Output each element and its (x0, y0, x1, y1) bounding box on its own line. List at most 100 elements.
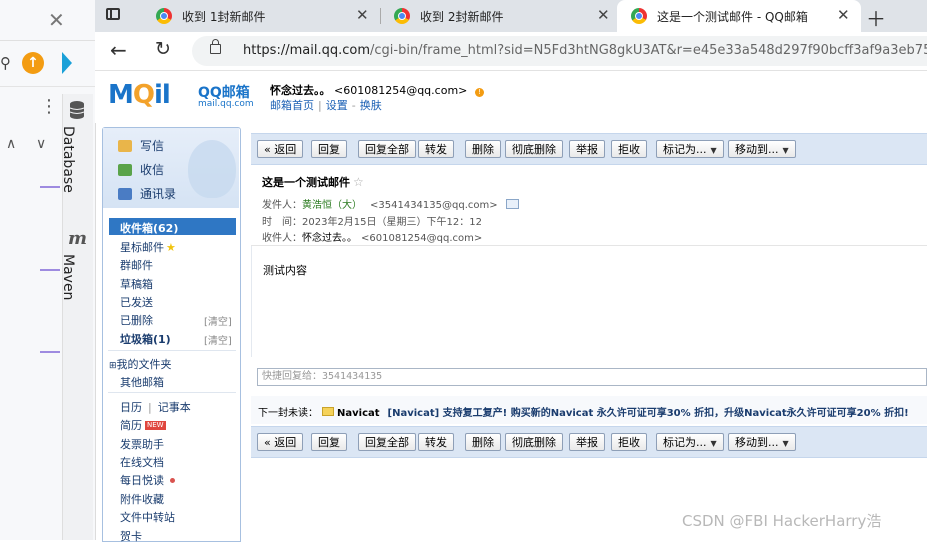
reply-all-button[interactable]: 回复全部 (358, 140, 416, 158)
clear-spam-link[interactable]: [清空] (204, 332, 232, 347)
to-name[interactable]: 怀念过去。。 (302, 233, 357, 244)
move-to-dropdown[interactable]: 移动到... ▼ (728, 140, 796, 158)
tab-title: 收到 2封新邮件 (420, 10, 504, 24)
notebook-link[interactable]: 记事本 (158, 401, 191, 414)
ide-divider (40, 269, 60, 271)
reply-button[interactable]: 回复 (311, 140, 347, 158)
subject-text: 这是一个测试邮件 (262, 176, 350, 189)
folder-sent[interactable]: 已发送 (120, 294, 153, 310)
database-icon[interactable] (68, 100, 86, 120)
contact-card-icon[interactable] (505, 199, 519, 209)
browser-tab-active[interactable]: 这是一个测试邮件 - QQ邮箱 ✕ (617, 0, 861, 32)
reload-icon[interactable]: ↻ (155, 38, 171, 60)
my-folders[interactable]: ⊞我的文件夹 (109, 356, 172, 372)
close-icon[interactable]: ✕ (356, 6, 369, 24)
user-info: 怀念过去。。 <601081254@qq.com> ! (270, 82, 484, 98)
next-unread-subject[interactable]: [Navicat] 支持复工复产! 购买新的Navicat 永久许可证可享30%… (388, 408, 909, 419)
daily-reading-link[interactable]: 每日悦读 (120, 472, 175, 488)
mark-as-dropdown[interactable]: 标记为... ▼ (656, 140, 724, 158)
browser-tab[interactable]: 收到 2封新邮件 ✕ (376, 0, 616, 32)
receive-button[interactable]: 收信 (118, 161, 164, 178)
folder-deleted[interactable]: 已删除 (120, 312, 153, 328)
clear-deleted-link[interactable]: [清空] (204, 313, 232, 328)
database-tool-label[interactable]: Database (60, 126, 76, 193)
chrome-favicon-icon (156, 8, 172, 24)
folder-starred[interactable]: 星标邮件 ★ (120, 239, 176, 255)
mark-as-label: 标记为... (663, 436, 707, 449)
quick-reply-input[interactable]: 快捷回复给：3541434135 (257, 368, 927, 386)
link-skin[interactable]: 换肤 (360, 99, 382, 112)
to-email: <601081254@qq.com> (361, 233, 483, 244)
reply-all-button[interactable]: 回复全部 (358, 433, 416, 451)
update-icon[interactable]: ↑ (22, 52, 44, 74)
maven-icon[interactable]: m (68, 228, 87, 249)
contacts-button[interactable]: 通讯录 (118, 185, 176, 202)
mail-toolbar-top: « 返回 回复 回复全部 转发 删除 彻底删除 举报 拒收 标记为... ▼ 移动… (251, 133, 927, 165)
delete-button[interactable]: 删除 (465, 433, 501, 451)
contacts-label: 通讯录 (140, 187, 177, 201)
move-to-label: 移动到... (735, 436, 779, 449)
header-links: 邮箱首页 | 设置 - 换肤 (270, 99, 382, 112)
tab-title: 这是一个测试邮件 - QQ邮箱 (657, 10, 808, 24)
warning-icon[interactable]: ! (474, 88, 484, 97)
forward-button[interactable]: 转发 (418, 433, 454, 451)
link-settings[interactable]: 设置 (326, 99, 348, 112)
chevron-down-icon[interactable]: ∨ (36, 136, 46, 152)
close-icon[interactable]: ✕ (837, 6, 850, 24)
back-button[interactable]: « 返回 (257, 433, 304, 451)
more-options-icon[interactable]: ⋮ (40, 96, 58, 117)
link-home[interactable]: 邮箱首页 (270, 99, 314, 112)
delete-permanently-button[interactable]: 彻底删除 (505, 140, 563, 158)
next-unread-sender[interactable]: Navicat (337, 408, 380, 419)
search-icon[interactable]: ⚲ (0, 54, 11, 72)
mail-body: 测试内容 (263, 264, 307, 277)
mark-as-dropdown[interactable]: 标记为... ▼ (656, 433, 724, 451)
compose-button[interactable]: 写信 (118, 137, 164, 154)
reject-button[interactable]: 拒收 (611, 433, 647, 451)
from-label: 发件人： (262, 200, 302, 211)
url-text[interactable]: https://mail.qq.com/cgi-bin/frame_html?s… (243, 43, 927, 58)
folder-drafts[interactable]: 草稿箱 (120, 276, 153, 292)
tab-actions-icon[interactable] (106, 8, 120, 20)
file-transfer-link[interactable]: 文件中转站 (120, 509, 175, 525)
run-icon[interactable] (62, 52, 72, 74)
compose-label: 写信 (140, 139, 165, 153)
expand-icon[interactable]: ⊞ (109, 361, 117, 371)
reject-button[interactable]: 拒收 (611, 140, 647, 158)
qq-mail-logo[interactable]: MQil (108, 80, 171, 110)
folder-inbox[interactable]: 收件箱(62) (120, 220, 178, 236)
online-docs-link[interactable]: 在线文档 (120, 454, 164, 470)
chevron-up-icon[interactable]: ∧ (6, 136, 16, 152)
delete-permanently-button[interactable]: 彻底删除 (505, 433, 563, 451)
to-label: 收件人： (262, 233, 302, 244)
star-icon[interactable]: ☆ (353, 175, 364, 189)
close-icon[interactable]: ✕ (597, 6, 610, 24)
calendar-label[interactable]: 日历 (120, 401, 142, 414)
back-button[interactable]: « 返回 (257, 140, 304, 158)
other-mailboxes[interactable]: 其他邮箱 (120, 374, 164, 390)
unread-dot-icon (170, 478, 175, 483)
next-unread[interactable]: 下一封未读： Navicat [Navicat] 支持复工复产! 购买新的Navic… (258, 404, 909, 419)
folder-spam[interactable]: 垃圾箱(1) (120, 331, 171, 347)
report-button[interactable]: 举报 (569, 140, 605, 158)
attachments-link[interactable]: 附件收藏 (120, 491, 164, 507)
browser-tab[interactable]: 收到 1封新邮件 ✕ (138, 0, 378, 32)
resume-link[interactable]: 简历 NEW (120, 417, 166, 433)
close-icon[interactable]: ✕ (48, 8, 65, 32)
move-to-dropdown[interactable]: 移动到... ▼ (728, 433, 796, 451)
lock-icon[interactable] (210, 39, 221, 54)
new-badge: NEW (145, 421, 166, 430)
new-tab-icon[interactable]: ＋ (866, 3, 886, 32)
from-name[interactable]: 黄浩恒（大） (302, 200, 362, 211)
reply-button[interactable]: 回复 (311, 433, 347, 451)
calendar-link[interactable]: 日历 | 记事本 (120, 399, 191, 415)
forward-button[interactable]: 转发 (418, 140, 454, 158)
report-button[interactable]: 举报 (569, 433, 605, 451)
invoice-assistant-link[interactable]: 发票助手 (120, 436, 164, 452)
from-email: <3541434135@qq.com> (370, 200, 498, 211)
greeting-card-link[interactable]: 贺卡 (120, 528, 142, 544)
back-arrow-icon[interactable]: ← (110, 38, 127, 62)
maven-tool-label[interactable]: Maven (60, 254, 76, 300)
folder-group[interactable]: 群邮件 (120, 257, 153, 273)
delete-button[interactable]: 删除 (465, 140, 501, 158)
